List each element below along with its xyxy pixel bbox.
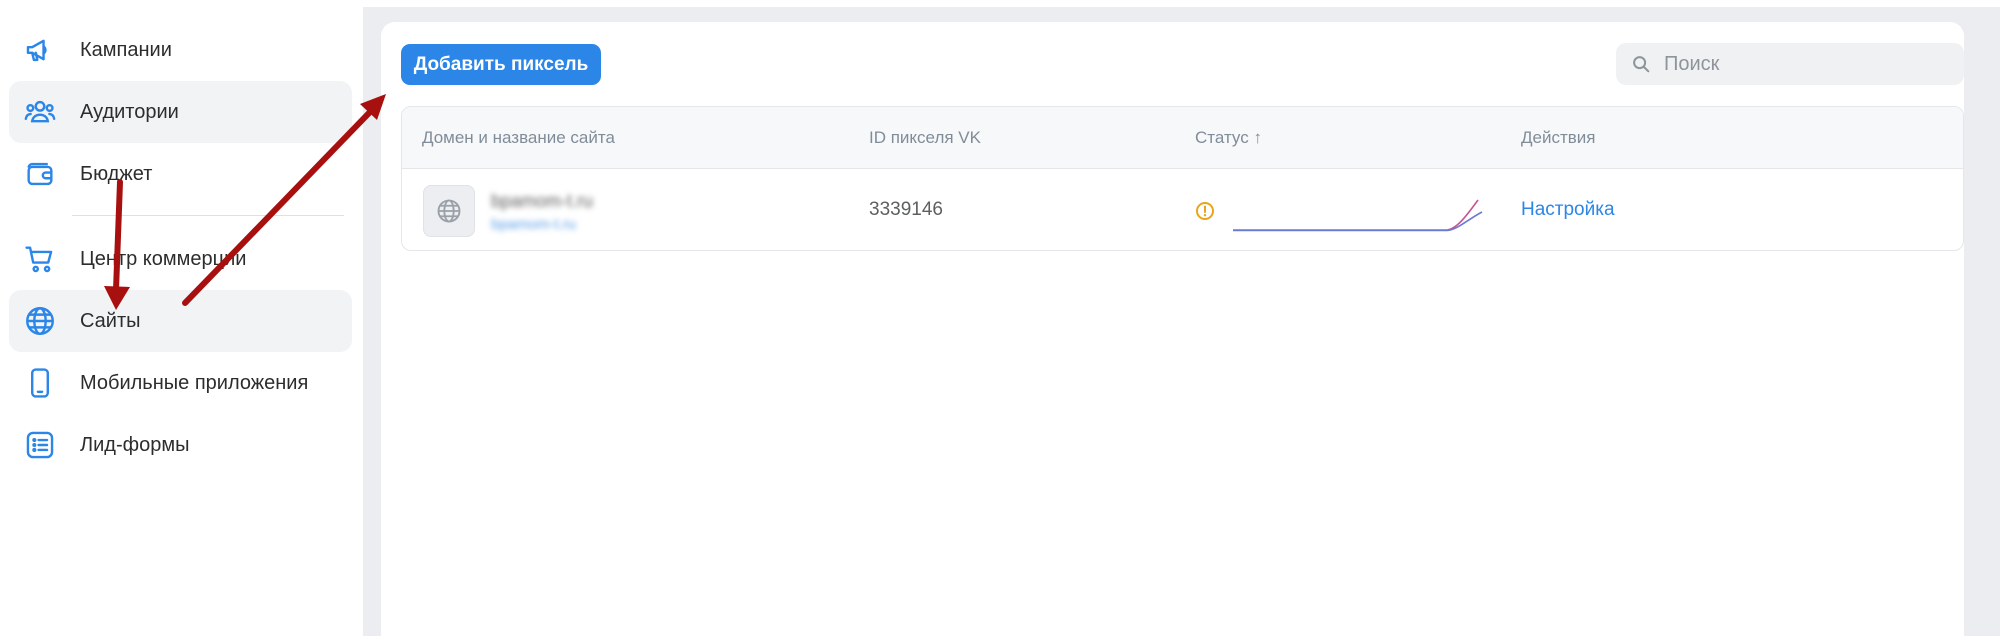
column-header-domain[interactable]: Домен и название сайта [422, 107, 615, 169]
sidebar-item-commerce-center[interactable]: Центр коммерции [9, 228, 352, 290]
sidebar-item-label: Кампании [80, 38, 172, 61]
search-box[interactable] [1616, 43, 1964, 85]
search-icon [1630, 53, 1652, 75]
sidebar-item-audiences[interactable]: Аудитории [9, 81, 352, 143]
warning-circle-icon [1196, 202, 1214, 220]
globe-icon [437, 199, 461, 223]
sidebar-item-mobile-apps[interactable]: Мобильные приложения [9, 352, 352, 414]
add-pixel-button[interactable]: Добавить пиксель [401, 44, 601, 85]
sidebar-item-lead-forms[interactable]: Лид-формы [9, 414, 352, 476]
site-thumbnail [423, 185, 475, 237]
sidebar-divider [72, 215, 344, 216]
sidebar: Кампании Аудитории Бюджет Центр коммерци… [0, 7, 363, 636]
sidebar-item-campaigns[interactable]: Кампании [9, 19, 352, 81]
site-url[interactable]: bpamom-t.ru [491, 216, 576, 233]
sidebar-item-label: Мобильные приложения [80, 371, 309, 394]
sidebar-item-sites[interactable]: Сайты [9, 290, 352, 352]
column-header-status[interactable]: Статус ↑ [1195, 107, 1262, 169]
site-name: bpamom-t.ru [491, 191, 594, 211]
status-sparkline [1233, 199, 1483, 232]
sidebar-item-label: Аудитории [80, 100, 179, 123]
pixels-table: Домен и название сайта ID пикселя VK Ста… [401, 106, 1964, 251]
pixel-id: 3339146 [869, 199, 943, 220]
table-header: Домен и название сайта ID пикселя VK Ста… [402, 107, 1963, 169]
search-input[interactable] [1662, 51, 1956, 77]
cart-icon [9, 228, 71, 290]
sidebar-item-label: Сайты [80, 309, 141, 332]
users-icon [9, 81, 71, 143]
settings-link[interactable]: Настройка [1521, 169, 1615, 250]
sidebar-item-label: Лид-формы [80, 433, 190, 456]
column-header-actions: Действия [1521, 128, 1596, 147]
megaphone-icon [9, 19, 71, 81]
list-form-icon [9, 414, 71, 476]
smartphone-icon [9, 352, 71, 414]
table-row: bpamom-t.ru bpamom-t.ru 3339146 Настройк… [402, 169, 1963, 250]
sidebar-item-label: Бюджет [80, 162, 153, 185]
sidebar-item-budget[interactable]: Бюджет [9, 143, 352, 205]
app-window: Кампании Аудитории Бюджет Центр коммерци… [0, 0, 2000, 636]
globe-icon [9, 290, 71, 352]
wallet-icon [9, 143, 71, 205]
column-header-pixel-id[interactable]: ID пикселя VK [869, 107, 981, 169]
sidebar-item-label: Центр коммерции [80, 247, 247, 270]
